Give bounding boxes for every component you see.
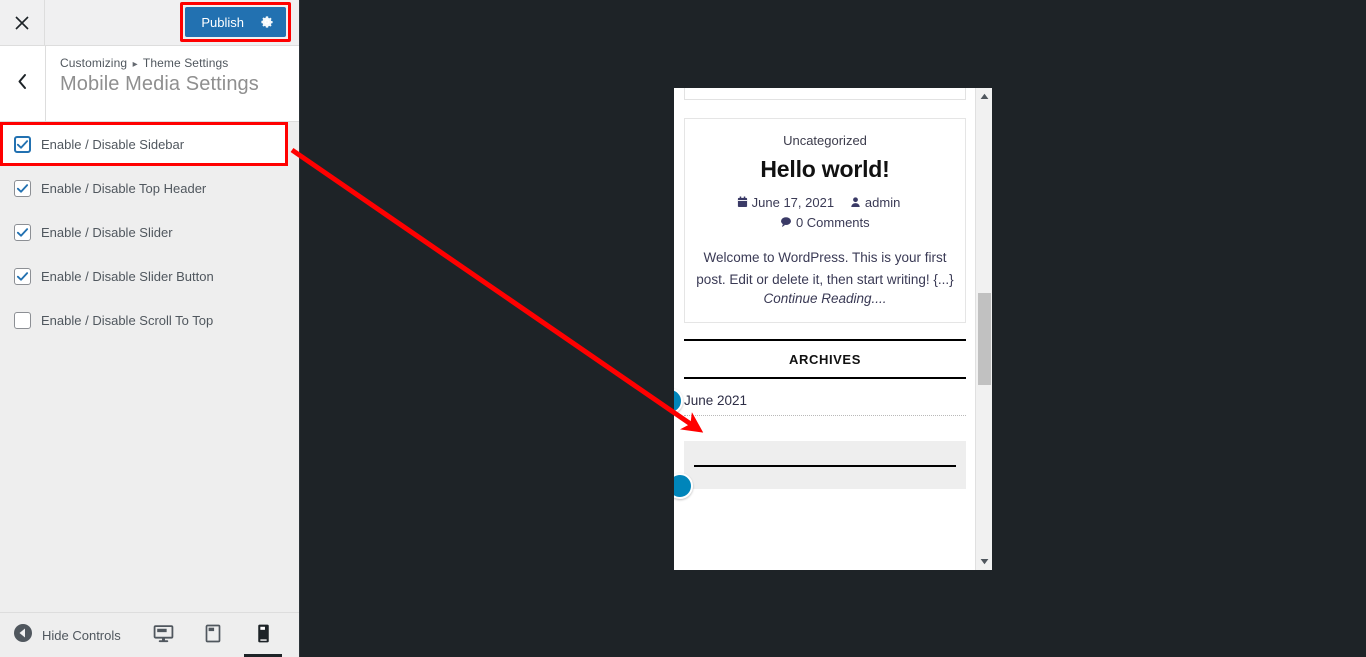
- site-footer: [674, 441, 966, 499]
- control-label: Enable / Disable Scroll To Top: [41, 312, 214, 328]
- site-body: Uncategorized Hello world! June 17, 2021…: [674, 88, 976, 499]
- check-icon: [16, 271, 29, 281]
- hide-controls-button[interactable]: Hide Controls: [0, 623, 121, 648]
- scroll-up-icon[interactable]: [976, 88, 992, 105]
- customizer-header: Publish: [0, 0, 299, 46]
- scroll-down-icon[interactable]: [976, 553, 992, 570]
- widget-list: June 2021: [684, 379, 966, 416]
- device-tablet-button[interactable]: [199, 613, 227, 657]
- check-icon: [16, 139, 29, 149]
- post-author-group: admin: [847, 195, 904, 210]
- list-item[interactable]: June 2021: [684, 389, 966, 416]
- page-title: Mobile Media Settings: [60, 73, 259, 95]
- preview-stage: Uncategorized Hello world! June 17, 2021…: [300, 0, 1366, 657]
- device-mobile-button[interactable]: [244, 613, 282, 657]
- post-comments-group: 0 Comments: [780, 215, 870, 231]
- post-author: admin: [864, 195, 901, 210]
- customizer-screen: Publish Customizing ▸ Theme Settings Mob…: [0, 0, 1366, 657]
- check-icon: [16, 227, 29, 237]
- post-date: June 17, 2021: [751, 195, 835, 210]
- device-preview-buttons: [149, 613, 291, 657]
- breadcrumb-section: Theme Settings: [142, 56, 229, 70]
- publish-button[interactable]: Publish: [185, 7, 286, 37]
- control-enable-disable-top-header[interactable]: Enable / Disable Top Header: [0, 166, 299, 210]
- control-label: Enable / Disable Sidebar: [41, 136, 185, 152]
- breadcrumb-separator: ▸: [132, 59, 138, 70]
- customizer-footer: Hide Controls: [0, 612, 299, 657]
- continue-reading-link[interactable]: Continue Reading....: [695, 291, 955, 306]
- post-excerpt: Welcome to WordPress. This is your first…: [696, 250, 954, 288]
- checkbox-slider-button[interactable]: [14, 267, 31, 285]
- control-enable-disable-sidebar[interactable]: Enable / Disable Sidebar: [0, 122, 288, 166]
- edit-shortcut-icon[interactable]: [674, 473, 693, 499]
- post-date-group: June 17, 2021: [737, 195, 838, 210]
- checkbox-slider[interactable]: [14, 223, 31, 241]
- preview-scrollbar[interactable]: [975, 88, 992, 570]
- control-enable-disable-slider-button[interactable]: Enable / Disable Slider Button: [0, 254, 299, 298]
- panel-title-block: Customizing ▸ Theme Settings Mobile Medi…: [46, 46, 273, 121]
- post-meta: June 17, 2021 admin 0 Comments: [695, 193, 955, 233]
- collapse-arrow-icon: [13, 623, 33, 648]
- mobile-preview-frame: Uncategorized Hello world! June 17, 2021…: [673, 87, 993, 571]
- checkbox-top-header[interactable]: [14, 179, 31, 197]
- control-label: Enable / Disable Slider Button: [41, 268, 214, 284]
- comment-icon: [780, 215, 796, 230]
- user-icon: [850, 195, 865, 210]
- mobile-icon: [255, 623, 272, 649]
- device-desktop-button[interactable]: [149, 613, 177, 657]
- chevron-left-icon: [16, 73, 29, 95]
- back-button[interactable]: [0, 46, 46, 121]
- publish-label: Publish: [201, 14, 244, 30]
- checkbox-scroll-to-top[interactable]: [14, 311, 31, 329]
- publish-highlight-box: Publish: [180, 2, 291, 42]
- publish-area: Publish: [180, 2, 291, 42]
- widget-title: ARCHIVES: [684, 339, 966, 379]
- breadcrumb-root: Customizing: [60, 56, 128, 70]
- archives-widget: ARCHIVES June 2021: [674, 339, 966, 416]
- checkbox-sidebar[interactable]: [14, 135, 31, 153]
- control-label: Enable / Disable Top Header: [41, 180, 207, 196]
- post-card: Uncategorized Hello world! June 17, 2021…: [684, 118, 966, 323]
- previous-post-card-partial: [684, 88, 966, 100]
- scrollbar-thumb[interactable]: [978, 293, 991, 385]
- post-title[interactable]: Hello world!: [695, 156, 955, 183]
- edit-shortcut-icon[interactable]: [674, 388, 683, 414]
- preview-viewport[interactable]: Uncategorized Hello world! June 17, 2021…: [674, 88, 976, 570]
- control-enable-disable-slider[interactable]: Enable / Disable Slider: [0, 210, 299, 254]
- control-enable-disable-scroll-to-top[interactable]: Enable / Disable Scroll To Top: [0, 298, 299, 342]
- close-customizer-button[interactable]: [0, 0, 45, 45]
- gear-icon[interactable]: [260, 15, 274, 29]
- panel-title-bar: Customizing ▸ Theme Settings Mobile Medi…: [0, 46, 299, 122]
- breadcrumb: Customizing ▸ Theme Settings: [60, 56, 259, 70]
- control-label: Enable / Disable Slider: [41, 224, 173, 240]
- hide-controls-label: Hide Controls: [42, 627, 121, 643]
- tablet-icon: [203, 623, 223, 649]
- customizer-panel: Publish Customizing ▸ Theme Settings Mob…: [0, 0, 300, 657]
- desktop-icon: [153, 623, 174, 649]
- close-icon: [14, 15, 30, 31]
- footer-divider: [694, 465, 956, 467]
- check-icon: [16, 183, 29, 193]
- post-comments: 0 Comments: [795, 215, 870, 231]
- calendar-icon: [737, 195, 752, 210]
- control-list: Enable / Disable Sidebar Enable / Disabl…: [0, 122, 299, 342]
- post-category[interactable]: Uncategorized: [695, 133, 955, 148]
